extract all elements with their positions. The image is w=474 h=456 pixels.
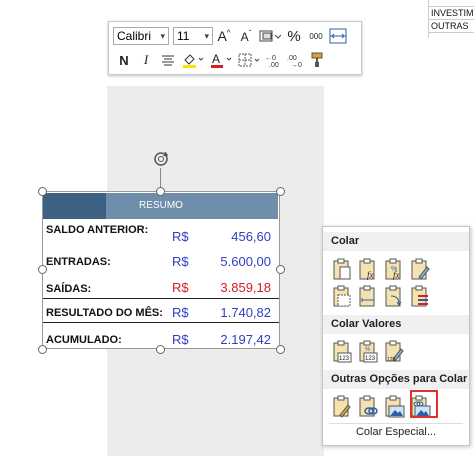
section-title-other-paste-options: Outras Opções para Colar xyxy=(323,370,469,389)
resize-handle-tr[interactable] xyxy=(276,187,285,196)
paste-special-item[interactable]: Colar Especial... xyxy=(323,426,469,438)
paste-link-icon[interactable] xyxy=(357,394,379,418)
merge-center-icon xyxy=(329,28,347,44)
fill-color-button[interactable] xyxy=(179,50,207,70)
percent-style-button[interactable]: % xyxy=(283,26,305,46)
font-name-value: Calibri xyxy=(117,29,152,43)
thousands-separator-button[interactable]: 000 xyxy=(305,26,327,46)
paste-formulas-number-format-icon[interactable]: % fx xyxy=(383,257,405,281)
italic-button[interactable]: I xyxy=(135,50,157,70)
highlight-box xyxy=(410,390,438,418)
decrease-decimal-icon: .00→0 xyxy=(287,55,302,68)
borders-button[interactable] xyxy=(235,50,263,70)
font-color-button[interactable]: A xyxy=(207,50,235,70)
decrease-font-size-button[interactable]: Aˇ xyxy=(235,26,257,46)
svg-text:123: 123 xyxy=(365,356,376,362)
paste-keep-column-width-icon[interactable] xyxy=(357,284,379,308)
paste-formatting-icon[interactable] xyxy=(331,394,353,418)
paste-values-icon[interactable]: 123 xyxy=(331,339,353,363)
sheet-cell[interactable]: OUTRAS xyxy=(429,20,474,33)
section-title-paste: Colar xyxy=(323,232,469,251)
svg-text:fx: fx xyxy=(393,270,400,280)
paste-keep-source-format-icon[interactable] xyxy=(409,257,431,281)
font-name-dropdown[interactable]: Calibri ▾ xyxy=(113,27,169,45)
accounting-format-button[interactable] xyxy=(257,26,283,46)
accounting-format-icon xyxy=(259,30,281,42)
increase-decimal-button[interactable]: ←0.00 xyxy=(263,50,285,70)
increase-font-size-button[interactable]: A^ xyxy=(213,26,235,46)
format-painter-icon xyxy=(311,52,323,67)
align-center-icon xyxy=(162,55,174,66)
sheet-cell[interactable]: INVESTIM xyxy=(429,7,474,20)
increase-decimal-icon: ←0.00 xyxy=(265,55,279,68)
sheet-fragment: INVESTIM OUTRAS xyxy=(428,0,474,38)
menu-separator xyxy=(329,423,463,424)
percent-label: % xyxy=(287,27,301,45)
format-painter-button[interactable] xyxy=(307,50,329,70)
svg-text:.00: .00 xyxy=(287,55,297,62)
paste-no-borders-icon[interactable] xyxy=(331,284,353,308)
paste-values-number-format-icon[interactable]: % 123 xyxy=(357,339,379,363)
svg-text:A: A xyxy=(212,52,220,66)
section-title-paste-values: Colar Valores xyxy=(323,315,469,334)
borders-icon xyxy=(238,53,260,67)
font-size-dropdown[interactable]: 11 ▾ xyxy=(173,27,213,45)
italic-label: I xyxy=(143,52,149,67)
bold-button[interactable]: N xyxy=(113,50,135,70)
svg-text:123: 123 xyxy=(339,356,350,362)
font-color-icon: A xyxy=(211,52,232,68)
selection-border xyxy=(42,191,280,349)
paste-options-menu: Colar fx % fx Colar Valores 123 % 123 123 … xyxy=(322,226,470,446)
align-center-button[interactable] xyxy=(157,50,179,70)
fill-bucket-icon xyxy=(183,54,204,68)
resize-handle-right[interactable] xyxy=(276,265,285,274)
font-size-value: 11 xyxy=(177,29,190,43)
resize-handle-br[interactable] xyxy=(276,345,285,354)
paste-transpose-icon[interactable] xyxy=(383,284,405,308)
resize-handle-bottom[interactable] xyxy=(156,345,165,354)
decrease-decimal-button[interactable]: .00 →0 xyxy=(285,50,307,70)
svg-text:←0: ←0 xyxy=(265,55,276,62)
rotate-icon xyxy=(154,151,169,166)
resize-handle-left[interactable] xyxy=(38,265,47,274)
paste-picture-icon[interactable] xyxy=(383,394,405,418)
decrease-font-icon: Aˇ xyxy=(240,28,252,44)
merge-center-button[interactable] xyxy=(327,26,349,46)
svg-text:.00: .00 xyxy=(269,62,279,68)
resize-handle-bl[interactable] xyxy=(38,345,47,354)
rotate-handle[interactable] xyxy=(152,150,170,173)
bold-label: N xyxy=(119,52,129,68)
resize-handle-top[interactable] xyxy=(156,187,165,196)
chevron-down-icon: ▾ xyxy=(204,30,209,41)
increase-font-icon: A^ xyxy=(217,28,231,44)
resize-handle-tl[interactable] xyxy=(38,187,47,196)
svg-text:→0: →0 xyxy=(291,62,302,68)
thousands-label: 000 xyxy=(309,31,323,41)
mini-format-toolbar: Calibri ▾ 11 ▾ A^ Aˇ % 000 N I A ←0.00 .… xyxy=(108,21,362,75)
svg-text:123: 123 xyxy=(387,357,396,363)
paste-icon[interactable] xyxy=(331,257,353,281)
paste-formulas-icon[interactable]: fx xyxy=(357,257,379,281)
svg-text:fx: fx xyxy=(367,270,374,280)
paste-values-source-format-icon[interactable]: 123 xyxy=(383,339,405,363)
paste-conditional-format-icon[interactable] xyxy=(409,284,431,308)
chevron-down-icon: ▾ xyxy=(160,30,165,41)
svg-text:%: % xyxy=(365,347,371,353)
